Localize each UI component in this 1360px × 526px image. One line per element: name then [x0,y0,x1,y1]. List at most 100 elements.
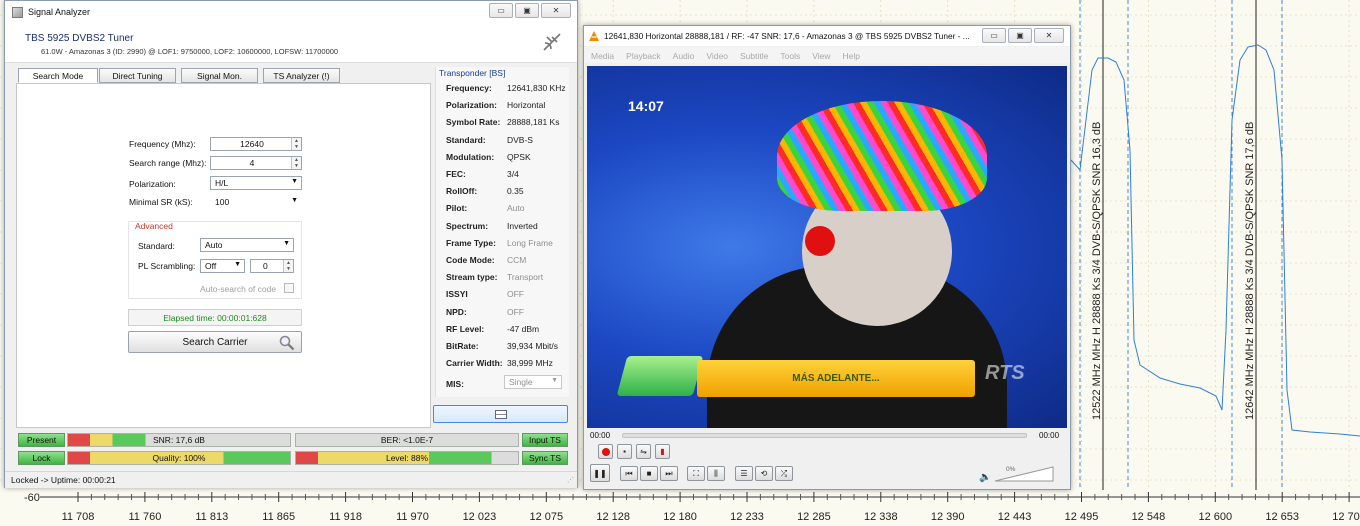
vlc-minimize-button[interactable]: ▭ [982,28,1006,43]
volume-slider[interactable]: 0% [994,466,1054,482]
frame-step-button[interactable]: ▮ [655,444,670,459]
vlc-menu-playback[interactable]: Playback [626,51,661,61]
transponder-value: 3/4 [507,169,519,179]
previous-button[interactable]: ⏮ [620,466,638,481]
video-area[interactable]: 14:07 MÁS ADELANTE... RTS [587,66,1067,428]
search-range-spinner[interactable]: ▲ ▼ [291,157,301,169]
extended-settings-button[interactable]: ⫼ [707,466,725,481]
vlc-menu-video[interactable]: Video [706,51,728,61]
pl-scrambling-value: Off [205,261,217,271]
app-icon [12,6,23,18]
resize-grip-icon[interactable]: ⋰ [567,476,574,484]
vlc-close-button[interactable]: ✕ [1034,28,1064,43]
playlist-button[interactable]: ☰ [735,466,753,481]
x-tick-label: 12 390 [931,511,965,523]
lock-label: Lock [32,453,51,463]
vlc-menu-media[interactable]: Media [591,51,614,61]
transponder-key: NPD: [446,306,467,317]
frequency-input[interactable]: 12640 ▲ ▼ [210,137,302,151]
polarization-label: Polarization: [129,179,176,189]
frequency-label: Frequency (Mhz): [129,139,196,149]
x-tick-label: 12 180 [663,511,697,523]
loop-button[interactable]: ⟲ [755,466,773,481]
vlc-title: 12641,830 Horizontal 28888,181 / RF: -47… [604,31,970,41]
frequency-spinner[interactable]: ▲ ▼ [291,138,301,150]
fullscreen-button[interactable]: ⛶ [687,466,705,481]
chevron-down-icon: ▼ [291,178,298,185]
maximize-icon: ▣ [523,6,531,15]
tab-search-mode[interactable]: Search Mode [18,68,98,83]
vlc-titlebar[interactable]: 12641,830 Horizontal 28888,181 / RF: -47… [584,26,1070,46]
tab-direct-tuning[interactable]: Direct Tuning [99,68,176,83]
pl-scrambling-label: PL Scrambling: [138,261,196,271]
pl-scrambling-select[interactable]: Off ▼ [200,259,245,273]
standard-select[interactable]: Auto ▼ [200,238,294,252]
ber-bar: BER: <1.0E-7 [295,433,519,447]
chevron-down-icon: ▼ [234,261,241,268]
next-button[interactable]: ⏭ [660,466,678,481]
tab-label: Search Mode [32,70,84,81]
close-icon: ✕ [552,6,560,15]
transponder-key: ISSYI [446,289,468,300]
lower-third-banner: MÁS ADELANTE... [697,360,975,397]
elapsed-time: Elapsed time: 00:00:01:628 [128,309,302,326]
close-button[interactable]: ✕ [541,3,571,18]
vlc-menu-tools[interactable]: Tools [780,51,800,61]
chevron-down-icon: ▼ [291,197,298,204]
loop-ab-button[interactable]: ⇋ [636,444,651,459]
play-pause-button[interactable]: ❚❚ [590,464,610,482]
x-tick-label: 12 075 [529,511,563,523]
pl-code-spinner[interactable]: ▲ ▼ [283,260,293,272]
search-icon [279,335,295,351]
standard-label: Standard: [138,241,175,251]
pl-code-input[interactable]: 0 ▲ ▼ [250,259,294,273]
mis-value: Single [509,377,533,387]
stop-button[interactable]: ■ [640,466,658,481]
tab-signal-mon[interactable]: Signal Mon. [181,68,258,83]
vlc-menu-view[interactable]: View [812,51,830,61]
shuffle-button[interactable]: ⤮ [775,466,793,481]
transponder-value: 28888,181 Ks [507,117,560,128]
analyzer-titlebar[interactable]: Signal Analyzer ▭ ▣ ✕ [5,1,577,23]
autosearch-checkbox[interactable] [284,283,294,293]
transponder-value: 12641,830 KHz [507,83,566,93]
minimize-icon: ▭ [497,6,505,15]
x-tick-label: 11 813 [195,511,228,523]
transponder-value: OFF [507,289,524,300]
minimize-button[interactable]: ▭ [489,3,513,18]
transponder-key: FEC: [446,169,466,179]
transponder-value: 39,934 Mbit/s [507,341,559,351]
polarization-select[interactable]: H/L ▼ [210,176,302,190]
banner-text: MÁS ADELANTE... [792,373,880,384]
carrier-label: 12642 MHz MHz H 28888 Ks 3/4 DVB-S/QPSK … [1244,122,1256,420]
pl-code-value: 0 [263,261,268,271]
vlc-maximize-button[interactable]: ▣ [1008,28,1032,43]
snapshot-button[interactable]: ▪ [617,444,632,459]
x-tick-label: 12 443 [998,511,1032,523]
record-button[interactable] [598,444,613,459]
vlc-menu-subtitle[interactable]: Subtitle [740,51,768,61]
tab-ts-analyzer[interactable]: TS Analyzer (!) [263,68,340,83]
mis-select[interactable]: Single ▼ [504,375,562,389]
level-bar: Level: 88% [295,451,519,465]
tune-button[interactable] [433,405,568,423]
maximize-button[interactable]: ▣ [515,3,539,18]
frame-icon: ▮ [660,447,665,456]
x-tick-label: 11 865 [262,511,295,523]
seek-bar[interactable] [622,433,1027,438]
clown-nose [805,226,835,256]
transponder-key: Symbol Rate: [446,117,501,128]
polarization-value: H/L [215,178,229,188]
vlc-menu-help[interactable]: Help [842,51,859,61]
speaker-icon[interactable]: 🔈 [979,472,991,483]
search-range-input[interactable]: 4 ▲ ▼ [210,156,302,170]
minimal-sr-label: Minimal SR (kS): [129,197,193,207]
volume-level: 0% [1006,466,1016,473]
minimal-sr-select[interactable]: 100 ▼ [210,195,302,209]
x-tick-label: 12 285 [797,511,831,523]
x-tick-label: 12 653 [1265,511,1299,523]
vlc-menu-audio[interactable]: Audio [673,51,695,61]
transponder-value: Long Frame [507,237,553,248]
search-range-value: 4 [249,158,255,168]
search-carrier-button[interactable]: Search Carrier [128,331,302,353]
